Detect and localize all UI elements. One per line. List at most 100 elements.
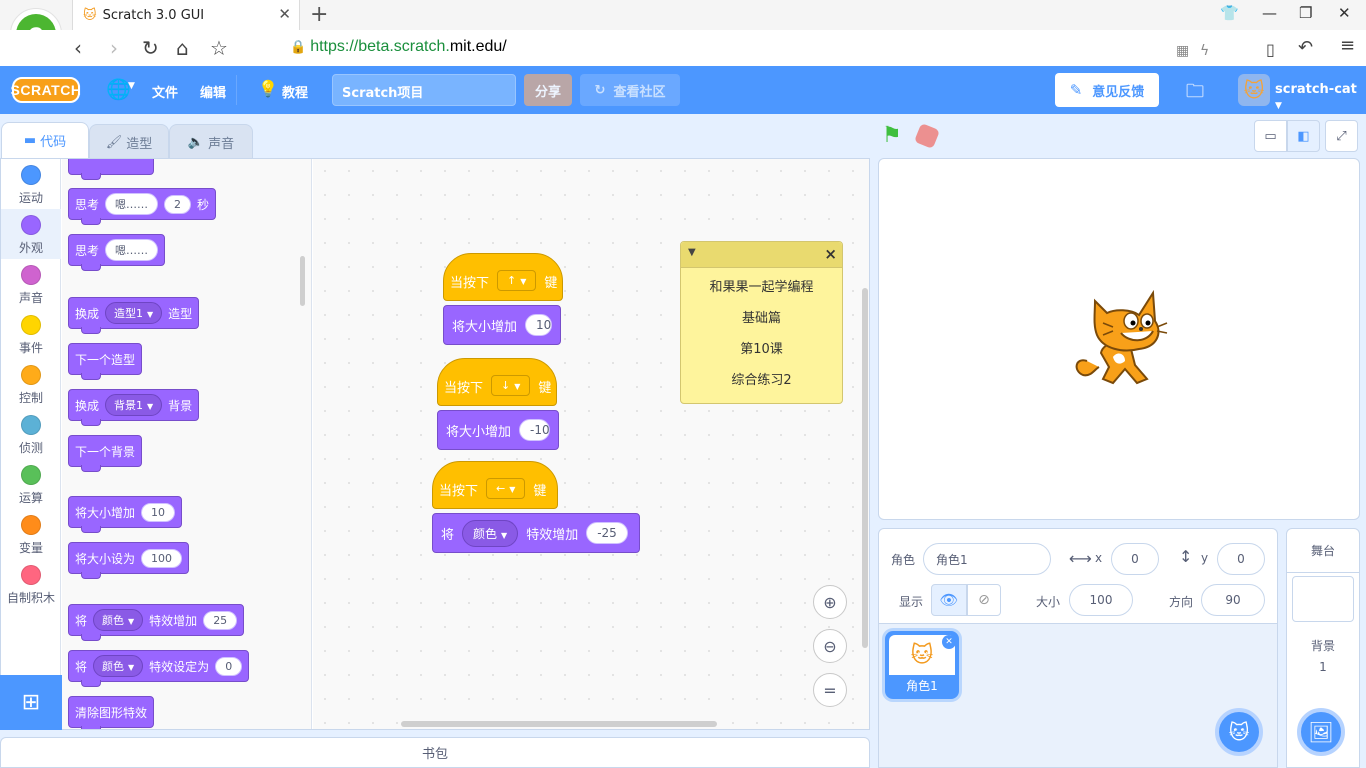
key-dropdown[interactable]: ↑ ▼ <box>497 270 537 291</box>
sprite-name-input[interactable]: 角色1 <box>923 543 1051 575</box>
menu-file[interactable]: 文件 <box>152 82 178 101</box>
qr-icon[interactable]: ▦ <box>1176 39 1189 63</box>
script-2-hat-block[interactable]: 当按下 ↓ ▼ 键 <box>437 358 557 406</box>
category-events[interactable]: 事件 <box>1 309 61 359</box>
new-tab-icon[interactable]: + <box>310 2 328 27</box>
key-dropdown[interactable]: ↓ ▼ <box>491 375 531 396</box>
delete-sprite-icon[interactable]: ✕ <box>942 635 956 649</box>
backpack-bar[interactable]: 书包 <box>0 737 870 768</box>
menu-tutorials[interactable]: 教程 <box>282 82 308 101</box>
block-input-text[interactable]: 嗯…… <box>105 193 159 215</box>
feedback-button[interactable]: ✎ 意见反馈 <box>1055 73 1159 107</box>
bookmark-star-icon[interactable]: ☆ <box>210 36 228 60</box>
menu-icon[interactable]: ≡ <box>1340 34 1355 58</box>
sprite-card[interactable]: 🐱 ✕ 角色1 <box>885 631 959 699</box>
url-field[interactable]: 🔒 https://beta.scratch.mit.edu/ <box>290 38 507 56</box>
palette-block-set-size[interactable]: 将大小设为 100 <box>68 542 190 579</box>
tab-sounds[interactable]: 🔈 声音 <box>169 124 253 160</box>
category-control[interactable]: 控制 <box>1 359 61 409</box>
close-tab-icon[interactable]: ✕ <box>278 5 291 23</box>
stage-canvas[interactable] <box>878 158 1360 520</box>
see-community-button[interactable]: ↻ 查看社区 <box>580 74 680 106</box>
flash-icon[interactable]: ϟ <box>1200 39 1209 63</box>
scratch-logo[interactable]: SCRATCH <box>11 77 81 103</box>
add-backdrop-button[interactable]: 🖼 <box>1297 708 1345 756</box>
show-visible-button[interactable]: 👁 <box>931 584 967 616</box>
workspace-comment[interactable]: ▼ × 和果果一起学编程 基础篇 第10课 综合练习2 <box>680 241 843 404</box>
script-1-hat-block[interactable]: 当按下 ↑ ▼ 键 <box>443 253 563 301</box>
direction-input[interactable]: 90 <box>1201 584 1265 616</box>
size-input[interactable]: 100 <box>1069 584 1133 616</box>
script-3-hat-block[interactable]: 当按下 ← ▼ 键 <box>432 461 558 509</box>
add-sprite-button[interactable]: 🐱 <box>1215 708 1263 756</box>
script-2-change-size-block[interactable]: 将大小增加 -10 <box>437 410 559 450</box>
workspace-horizontal-scrollbar[interactable] <box>401 721 717 727</box>
show-hidden-button[interactable]: ⊘ <box>967 584 1001 616</box>
palette-block-say-partial[interactable] <box>68 159 154 180</box>
user-avatar[interactable]: 🐱 <box>1238 74 1270 106</box>
palette-block-change-effect[interactable]: 将 颜色 ▼ 特效增加 25 <box>68 604 245 641</box>
share-button[interactable]: 分享 <box>524 74 572 106</box>
effect-dropdown[interactable]: 颜色 ▼ <box>93 655 144 677</box>
category-looks[interactable]: 外观 <box>1 209 61 259</box>
collapse-triangle-icon[interactable]: ▼ <box>688 247 696 258</box>
block-input-number[interactable]: -25 <box>586 522 628 544</box>
category-my-blocks[interactable]: 自制积木 <box>1 559 61 609</box>
back-icon[interactable]: ‹ <box>74 36 82 60</box>
my-stuff-folder-icon[interactable]: 🗀 <box>1186 79 1204 109</box>
zoom-reset-button[interactable]: = <box>813 673 847 707</box>
tab-code[interactable]: ▬ 代码 <box>1 122 89 158</box>
green-flag-icon[interactable]: ⚑ <box>882 124 906 148</box>
palette-scrollbar[interactable] <box>300 256 305 306</box>
project-title-input[interactable]: Scratch项目 <box>332 74 516 106</box>
home-icon[interactable]: ⌂ <box>176 36 189 60</box>
costume-dropdown[interactable]: 造型1 ▼ <box>105 302 163 324</box>
palette-block-change-size[interactable]: 将大小增加 10 <box>68 496 183 533</box>
tab-costumes[interactable]: 🖌 造型 <box>89 124 169 160</box>
palette-block-switch-costume[interactable]: 换成 造型1 ▼ 造型 <box>68 297 200 334</box>
zoom-in-button[interactable]: ⊕ <box>813 585 847 619</box>
close-window-icon[interactable]: ✕ <box>1338 4 1351 22</box>
block-input-number[interactable]: 25 <box>203 610 238 630</box>
palette-block-next-backdrop[interactable]: 下一个背景 <box>68 435 143 472</box>
backdrop-dropdown[interactable]: 背景1 ▼ <box>105 394 163 416</box>
y-input[interactable]: 0 <box>1217 543 1265 575</box>
block-input-number[interactable]: 100 <box>141 548 183 568</box>
block-input-number[interactable]: -10 <box>519 419 550 441</box>
palette-block-think[interactable]: 思考 嗯…… <box>68 234 166 271</box>
add-extension-button[interactable]: ⊞ <box>0 675 62 730</box>
x-input[interactable]: 0 <box>1111 543 1159 575</box>
palette-block-next-costume[interactable]: 下一个造型 <box>68 343 143 380</box>
palette-block-clear-effects[interactable]: 清除图形特效 <box>68 696 155 729</box>
language-chevron-down-icon[interactable]: ▼ <box>128 81 135 91</box>
palette-block-switch-backdrop[interactable]: 换成 背景1 ▼ 背景 <box>68 389 200 426</box>
effect-dropdown[interactable]: 颜色 ▼ <box>462 519 519 547</box>
category-sound[interactable]: 声音 <box>1 259 61 309</box>
small-stage-button[interactable]: ▭ <box>1254 120 1287 152</box>
category-sensing[interactable]: 侦测 <box>1 409 61 459</box>
workspace-vertical-scrollbar[interactable] <box>862 288 868 648</box>
zoom-out-button[interactable]: ⊖ <box>813 629 847 663</box>
palette-block-set-effect[interactable]: 将 颜色 ▼ 特效设定为 0 <box>68 650 250 687</box>
category-variables[interactable]: 变量 <box>1 509 61 559</box>
category-operators[interactable]: 运算 <box>1 459 61 509</box>
block-input-secs[interactable]: 2 <box>164 194 192 214</box>
block-input-number[interactable]: 10 <box>141 502 176 522</box>
effect-dropdown[interactable]: 颜色 ▼ <box>93 609 144 631</box>
restore-icon[interactable]: ❐ <box>1299 4 1312 22</box>
fullscreen-button[interactable]: ⤢ <box>1325 120 1358 152</box>
script-3-change-effect-block[interactable]: 将 颜色 ▼ 特效增加 -25 <box>432 513 640 553</box>
scratch-cat-sprite[interactable] <box>1073 287 1169 391</box>
key-dropdown[interactable]: ← ▼ <box>486 478 526 499</box>
close-icon[interactable]: × <box>824 245 837 263</box>
tutorials-bulb-icon[interactable]: 💡 <box>258 79 278 98</box>
minimize-icon[interactable]: — <box>1262 4 1277 22</box>
menu-edit[interactable]: 编辑 <box>200 82 226 101</box>
script-1-change-size-block[interactable]: 将大小增加 10 <box>443 305 561 345</box>
category-motion[interactable]: 运动 <box>1 159 61 209</box>
comment-top-bar[interactable]: ▼ × <box>681 242 842 268</box>
skin-icon[interactable]: 👕 <box>1220 4 1239 22</box>
block-input-number[interactable]: 10 <box>525 314 552 336</box>
palette-block-think-for-secs[interactable]: 思考 嗯…… 2 秒 <box>68 188 217 225</box>
undo-close-icon[interactable]: ↶ <box>1298 36 1313 60</box>
